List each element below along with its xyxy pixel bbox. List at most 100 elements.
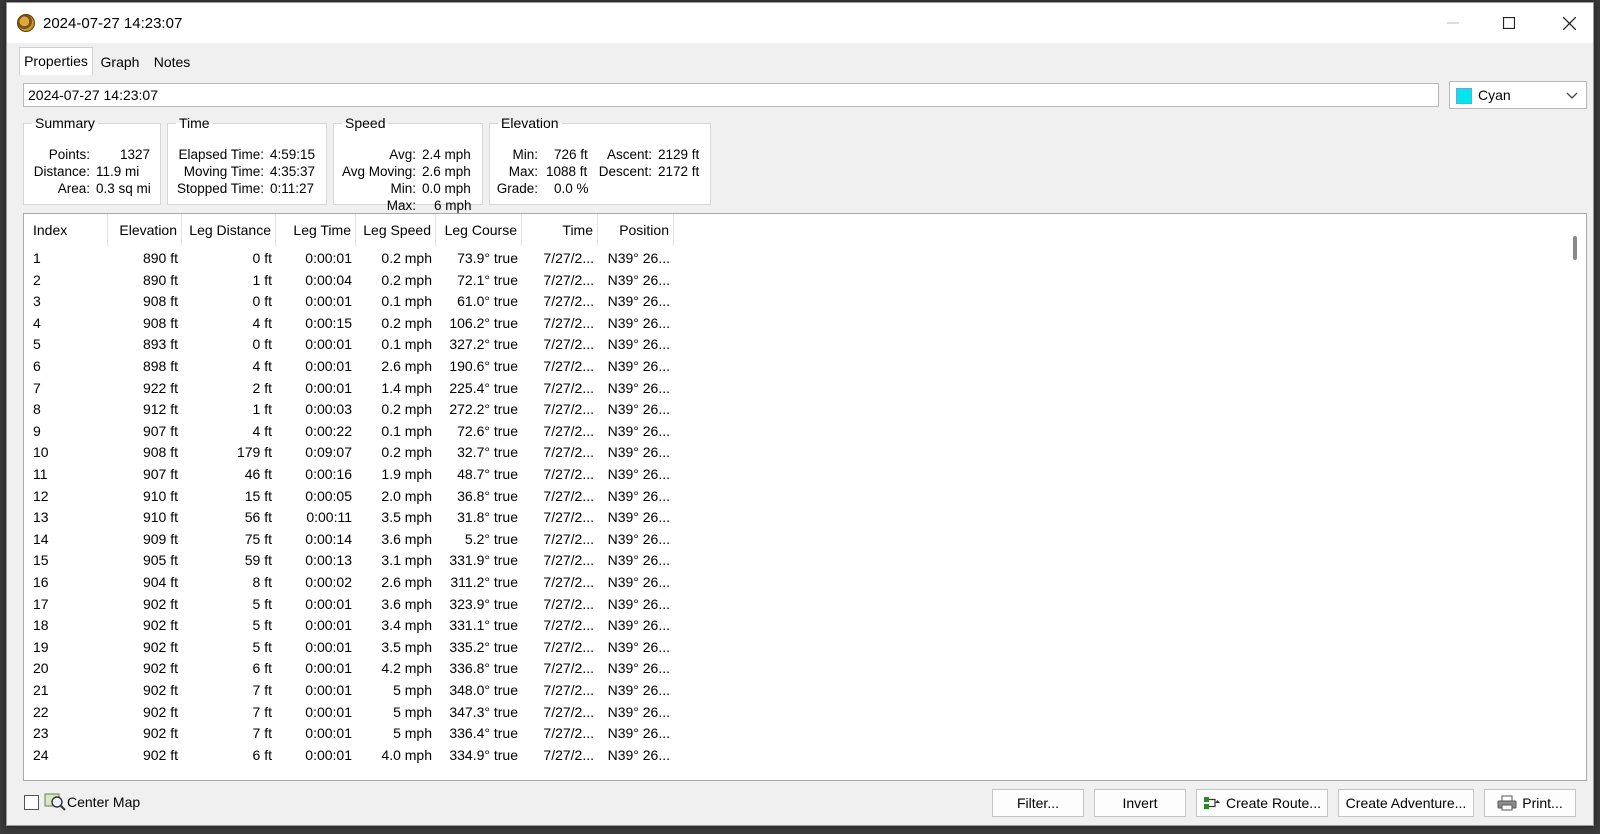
column-header-index[interactable]: Index [24,214,108,246]
elevation-cell: 908 ft [142,444,178,461]
leg-time-cell: 0:00:01 [305,703,352,720]
close-button[interactable] [1547,9,1591,37]
descent-value: 2172 ft [658,164,700,179]
create-adventure-button[interactable]: Create Adventure... [1338,789,1474,817]
table-row[interactable]: 23 902 ft 7 ft 0:00:01 5 mph 336.4° true 7/27/… [24,723,684,745]
table-row[interactable]: 4 908 ft 4 ft 0:00:15 0.2 mph 106.2° true 7/27… [24,313,684,335]
leg-time-cell: 0:00:15 [305,314,352,331]
table-row[interactable]: 21 902 ft 7 ft 0:00:01 5 mph 348.0° true 7/27/… [24,680,684,702]
table-row[interactable]: 2 890 ft 1 ft 0:00:04 0.2 mph 72.1° true 7/27/… [24,270,684,292]
create-route-button[interactable]: Create Route... [1196,789,1328,817]
leg-distance-cell: 5 ft [252,617,272,634]
table-row[interactable]: 20 902 ft 6 ft 0:00:01 4.2 mph 336.8° true 7/2… [24,658,684,680]
leg-time-cell: 0:00:01 [305,638,352,655]
leg-speed-cell: 0.1 mph [381,422,432,439]
invert-button[interactable]: Invert [1094,789,1186,817]
leg-distance-cell: 2 ft [252,379,272,396]
table-row[interactable]: 8 912 ft 1 ft 0:00:03 0.2 mph 272.2° true 7/27… [24,399,684,421]
center-map-label[interactable]: Center Map [67,794,140,810]
table-row[interactable]: 14 909 ft 75 ft 0:00:14 3.6 mph 5.2° true 7/27… [24,529,684,551]
table-row[interactable]: 10 908 ft 179 ft 0:09:07 0.2 mph 32.7° true 7/… [24,442,684,464]
index-cell: 20 [33,660,49,677]
minimize-button[interactable] [1431,9,1475,37]
track-name-input[interactable]: 2024-07-27 14:23:07 [23,83,1439,107]
table-row[interactable]: 11 907 ft 46 ft 0:00:16 1.9 mph 48.7° true 7/2… [24,464,684,486]
index-cell: 9 [33,422,41,439]
column-header-leg-course[interactable]: Leg Course [436,214,522,246]
leg-time-cell: 0:00:01 [305,358,352,374]
distance-label: Distance: [33,164,90,179]
elevation-cell: 904 ft [142,574,178,590]
table-row[interactable]: 24 902 ft 6 ft 0:00:01 4.0 mph 334.9° true 7/2… [24,745,684,767]
filter-button[interactable]: Filter... [992,789,1084,817]
position-cell: N39° 26... [607,401,670,418]
elevation-cell: 898 ft [142,358,178,374]
title-bar[interactable]: 2024-07-27 14:23:07 [7,3,1593,43]
leg-time-cell: 0:00:13 [305,552,352,569]
table-row[interactable]: 13 910 ft 56 ft 0:00:11 3.5 mph 31.8° true 7/2… [24,507,684,529]
avg-moving-speed-value: 2.6 mph [422,164,471,179]
table-row[interactable]: 9 907 ft 4 ft 0:00:22 0.1 mph 72.6° true 7/27/… [24,421,684,443]
tab-properties[interactable]: Properties [19,47,93,75]
center-map-checkbox[interactable] [24,795,39,810]
leg-course-cell: 72.6° true [457,422,518,439]
trackpoint-table[interactable]: Index Elevation Leg Distance Leg Time Le… [23,213,1587,781]
create-adventure-button-label: Create Adventure... [1345,795,1467,811]
leg-time-cell: 0:00:01 [305,336,352,353]
leg-distance-cell: 5 ft [252,595,272,612]
table-row[interactable]: 15 905 ft 59 ft 0:00:13 3.1 mph 331.9° true 7/… [24,550,684,572]
table-row[interactable]: 1 890 ft 0 ft 0:00:01 0.2 mph 73.9° true 7/27/… [24,248,684,270]
print-button-label: Print... [1522,795,1563,811]
tab-notes[interactable]: Notes [147,49,197,75]
table-row[interactable]: 3 908 ft 0 ft 0:00:01 0.1 mph 61.0° true 7/27/… [24,291,684,313]
leg-course-cell: 327.2° true [449,336,518,353]
column-header-position[interactable]: Position [598,214,674,246]
leg-course-cell: 31.8° true [457,509,518,526]
position-cell: N39° 26... [607,314,670,331]
tab-graph[interactable]: Graph [95,49,145,75]
elevation-cell: 912 ft [142,401,178,418]
time-cell: 7/27/2... [543,466,594,482]
min-speed-value: 0.0 mph [422,181,471,196]
table-row[interactable]: 12 910 ft 15 ft 0:00:05 2.0 mph 36.8° true 7/2… [24,486,684,508]
leg-speed-cell: 0.2 mph [381,444,432,461]
column-header-leg-distance[interactable]: Leg Distance [182,214,276,246]
time-cell: 7/27/2... [543,422,594,439]
leg-time-cell: 0:00:02 [305,574,352,590]
column-header-leg-time[interactable]: Leg Time [276,214,356,246]
scrollbar-thumb[interactable] [1573,236,1577,260]
ascent-value: 2129 ft [658,147,700,162]
position-cell: N39° 26... [607,487,670,504]
table-row[interactable]: 18 902 ft 5 ft 0:00:01 3.4 mph 331.1° true 7/2… [24,615,684,637]
table-row[interactable]: 19 902 ft 5 ft 0:00:01 3.5 mph 335.2° true 7/2… [24,637,684,659]
print-button[interactable]: Print... [1484,789,1576,817]
table-row[interactable]: 16 904 ft 8 ft 0:00:02 2.6 mph 311.2° true 7/2… [24,572,684,594]
maximize-button[interactable] [1487,9,1531,37]
column-header-time[interactable]: Time [522,214,598,246]
elevation-cell: 908 ft [142,314,178,331]
leg-course-cell: 190.6° true [449,358,518,374]
leg-speed-cell: 1.9 mph [381,466,432,482]
time-cell: 7/27/2... [543,552,594,569]
color-dropdown[interactable]: Cyan [1449,81,1587,109]
index-cell: 3 [33,293,41,310]
elevation-cell: 890 ft [142,250,178,266]
elevation-cell: 902 ft [142,746,178,763]
table-row[interactable]: 17 902 ft 5 ft 0:00:01 3.6 mph 323.9° true 7/2… [24,594,684,616]
table-row[interactable]: 6 898 ft 4 ft 0:00:01 2.6 mph 190.6° true 7/27… [24,356,684,378]
leg-distance-cell: 1 ft [252,401,272,418]
leg-course-cell: 72.1° true [457,271,518,288]
leg-course-cell: 225.4° true [449,379,518,396]
table-row[interactable]: 5 893 ft 0 ft 0:00:01 0.1 mph 327.2° true 7/27… [24,334,684,356]
leg-time-cell: 0:00:11 [306,509,352,526]
column-header-leg-speed[interactable]: Leg Speed [356,214,436,246]
elevation-cell: 908 ft [142,293,178,310]
column-header-elevation[interactable]: Elevation [108,214,182,246]
app-icon [17,14,35,32]
table-row[interactable]: 7 922 ft 2 ft 0:00:01 1.4 mph 225.4° true 7/27… [24,378,684,400]
table-row[interactable]: 22 902 ft 7 ft 0:00:01 5 mph 347.3° true 7/27/… [24,702,684,724]
vertical-scrollbar[interactable] [1564,214,1586,780]
position-cell: N39° 26... [607,682,670,698]
summary-legend: Summary [35,115,95,131]
index-cell: 16 [33,574,49,590]
